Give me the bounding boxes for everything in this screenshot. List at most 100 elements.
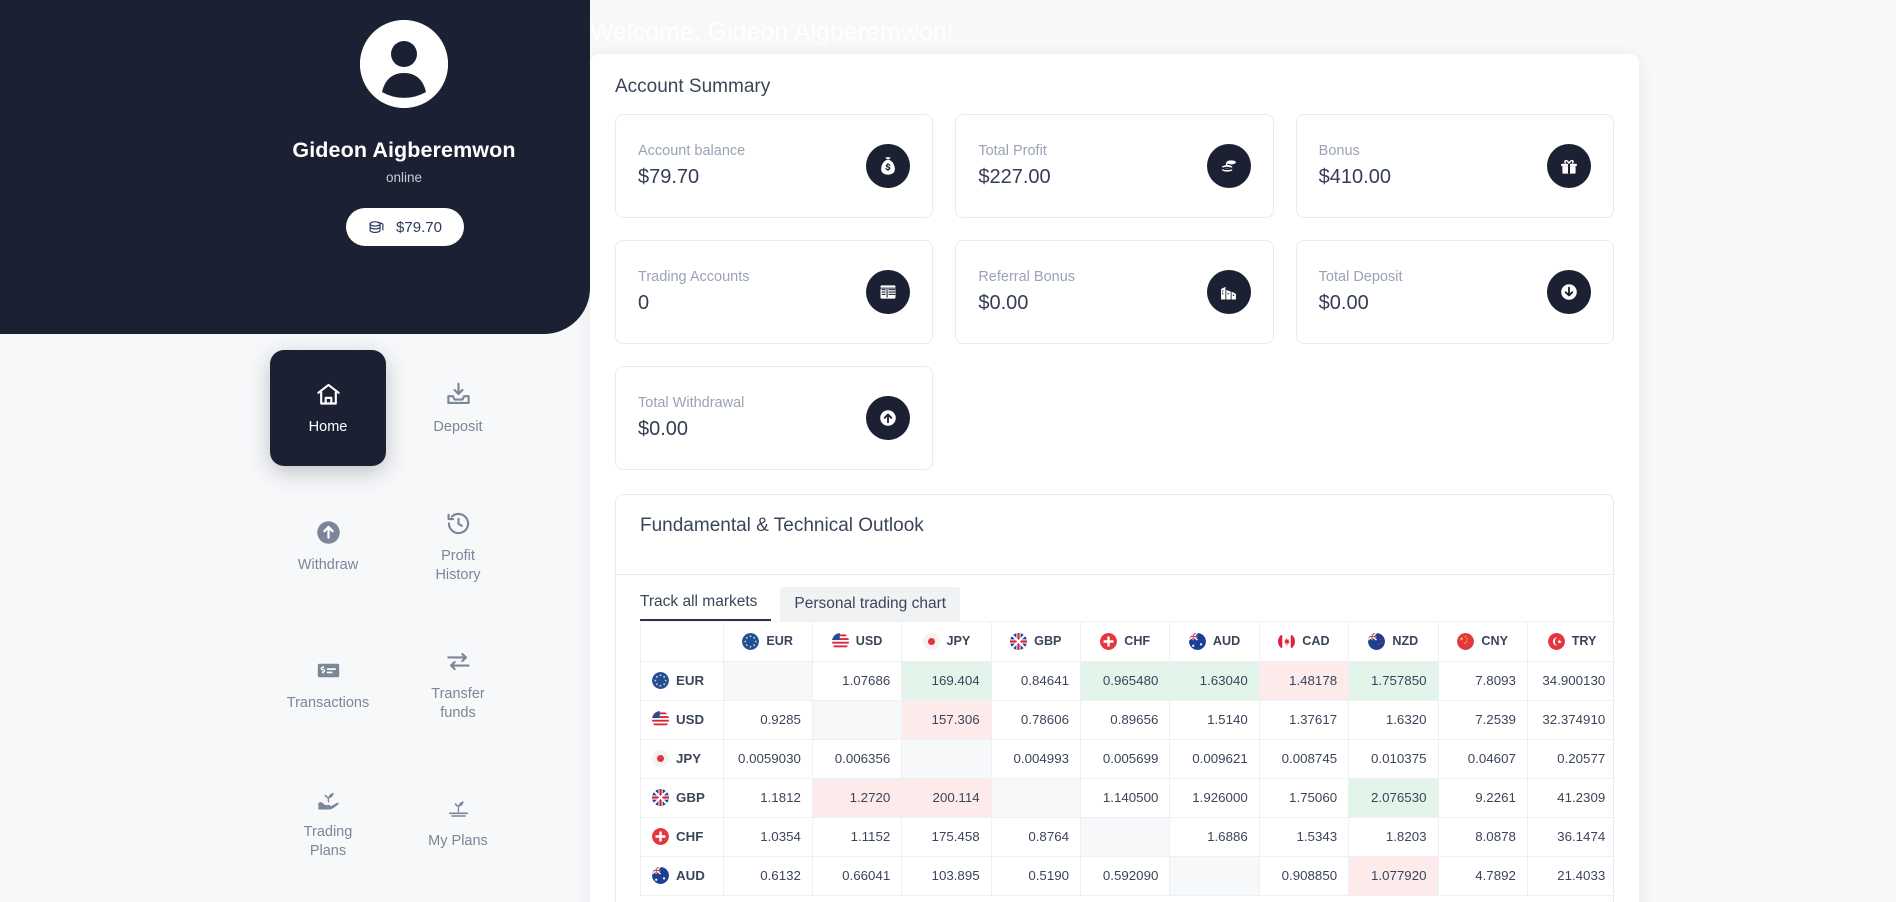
user-avatar-icon (360, 20, 448, 108)
sidebar-label-my-plans: My Plans (428, 833, 488, 850)
fx-row-currency: JPY (641, 739, 724, 779)
fx-col-header: JPY (901, 622, 992, 662)
stat-label: Account balance (638, 143, 746, 159)
stat-label: Total Withdrawal (638, 395, 745, 411)
deposit-inbox-icon (445, 379, 472, 409)
fx-rate-cell: 7.2539 (1438, 700, 1528, 740)
transactions-card-icon (315, 655, 342, 685)
sidebar-item-my-plans[interactable]: My Plans (400, 764, 516, 880)
sidebar-item-profit-history[interactable]: Profit History (400, 488, 516, 604)
flag-eur-icon (652, 672, 669, 689)
fx-row-label: AUD (676, 868, 705, 883)
plant-hand-icon (315, 784, 342, 814)
tab-track-all-markets[interactable]: Track all markets (640, 585, 772, 621)
fx-rate-cell: 0.592090 (1080, 856, 1171, 896)
sidebar-item-deposit[interactable]: Deposit (400, 350, 516, 466)
sidebar-nav: Home Deposit Withdraw Profit History Tra… (270, 350, 530, 880)
sidebar-item-transactions[interactable]: Transactions (270, 626, 386, 742)
outlook-tabs: Track all markets Personal trading chart (616, 575, 1613, 621)
balance-pill-value: $79.70 (396, 218, 442, 236)
fx-rate-cell: 1.6320 (1348, 700, 1439, 740)
tab-personal-trading-chart[interactable]: Personal trading chart (780, 587, 961, 621)
fx-rate-cell: 2.076530 (1348, 778, 1439, 818)
fx-rate-cell: 169.404 (901, 661, 992, 701)
flag-chf-icon (1100, 632, 1118, 650)
sidebar-label-profit-history: Profit History (435, 548, 481, 583)
fx-rate-cell: 1.0354 (723, 817, 813, 857)
stat-value: $0.00 (978, 292, 1029, 314)
fx-rate-cell: 0.005699 (1080, 739, 1171, 779)
fx-row-label: JPY (676, 751, 702, 766)
fx-rate-cell: 0.908850 (1259, 856, 1350, 896)
stat-label: Referral Bonus (978, 269, 1076, 285)
fx-rate-cell: 0.006356 (812, 739, 903, 779)
fx-rate-cell: 0.66041 (812, 856, 903, 896)
account-summary-grid: Account balance $79.70 Total Profit $227… (615, 114, 1614, 470)
fx-col-label: EUR (766, 634, 793, 649)
fx-rate-cell: 200.114 (901, 778, 992, 818)
fx-corner-cell (641, 622, 724, 662)
table-grid-icon (866, 270, 911, 314)
withdraw-up-arrow-icon (315, 517, 342, 547)
sidebar-item-trading-plans[interactable]: Trading Plans (270, 764, 386, 880)
fx-rate-cell: 1.1812 (723, 778, 813, 818)
fx-col-header: AUD (1169, 622, 1260, 662)
account-summary-title: Account Summary (615, 76, 771, 97)
avatar (360, 20, 448, 108)
flag-aud-icon (1188, 632, 1206, 650)
sidebar-label-transactions: Transactions (286, 695, 370, 712)
flag-cny-icon (1457, 632, 1475, 650)
stat-card-trading-accounts: Trading Accounts 0 (615, 240, 934, 344)
fx-rate-cell: 1.1152 (812, 817, 903, 857)
fx-rate-cell: 0.8764 (991, 817, 1082, 857)
flag-eur-icon (742, 632, 760, 650)
fx-table-header-row: EUR USD JPY GBP CHF AUD CAD NZD CNY TRY … (641, 622, 1613, 662)
table-row: USD 0.9285 157.306 0.78606 0.89656 1.5140 1.37… (641, 700, 1613, 740)
fx-row-currency: AUD (641, 856, 724, 896)
fx-table-scroll[interactable]: EUR USD JPY GBP CHF AUD CAD NZD CNY TRY … (640, 621, 1613, 896)
fx-rate-cell: 0.5190 (991, 856, 1082, 896)
table-row: GBP 1.1812 1.2720 200.114 1.140500 1.926000 1.… (641, 778, 1613, 818)
fx-col-header: USD (812, 622, 903, 662)
sidebar-item-home[interactable]: Home (270, 350, 386, 466)
flag-jpy-icon (922, 632, 940, 650)
fx-rate-cell: 0.010375 (1348, 739, 1439, 779)
stat-card-referral-bonus: Referral Bonus $0.00 (955, 240, 1274, 344)
fx-rate-cell: 0.6132 (723, 856, 813, 896)
fx-rate-cell: 1.07686 (812, 661, 903, 701)
stat-card-bonus: Bonus $410.00 (1295, 114, 1614, 218)
buildings-icon (1206, 270, 1251, 314)
fx-row-currency: EUR (641, 661, 724, 701)
sidebar-label-trading-plans: Trading Plans (303, 824, 353, 859)
fx-rate-cell: 1.926000 (1169, 778, 1260, 818)
fx-rate-cell: 9.2261 (1438, 778, 1528, 818)
fx-rate-cell: 1.2720 (812, 778, 903, 818)
transfer-arrows-icon (445, 646, 472, 676)
fx-rate-cell: 34.900130 (1527, 661, 1613, 701)
flag-gbp-icon (652, 789, 669, 806)
fx-rate-cell: 1.077920 (1348, 856, 1439, 896)
fx-rate-cell: 32.374910 (1527, 700, 1613, 740)
outlook-title: Fundamental & Technical Outlook (616, 495, 1613, 575)
fx-rate-cell: 1.48178 (1259, 661, 1350, 701)
fx-col-label: JPY (946, 634, 971, 649)
flag-usd-icon (831, 632, 849, 650)
balance-pill-button[interactable]: $79.70 (346, 208, 464, 246)
fx-rate-cell (1080, 817, 1171, 857)
fx-rate-cell: 1.37617 (1259, 700, 1350, 740)
fx-rate-cell: 1.140500 (1080, 778, 1171, 818)
sidebar-label-withdraw: Withdraw (297, 557, 359, 574)
fx-col-header: CAD (1259, 622, 1350, 662)
fx-rate-cell: 7.8093 (1438, 661, 1528, 701)
fx-rate-cell: 0.004993 (991, 739, 1082, 779)
sidebar-item-transfer-funds[interactable]: Transfer funds (400, 626, 516, 742)
sidebar-item-withdraw[interactable]: Withdraw (270, 488, 386, 604)
download-circle-icon (1547, 270, 1591, 314)
table-row: CHF 1.0354 1.1152 175.458 0.8764 1.6886 1.5343… (641, 817, 1613, 857)
fx-rate-cell: 1.6886 (1169, 817, 1260, 857)
fx-rate-cell: 8.0878 (1438, 817, 1528, 857)
stat-label: Trading Accounts (638, 269, 750, 285)
fx-rate-cell: 1.63040 (1169, 661, 1260, 701)
flag-aud-icon (652, 867, 669, 884)
stat-label: Total Profit (978, 143, 1047, 159)
